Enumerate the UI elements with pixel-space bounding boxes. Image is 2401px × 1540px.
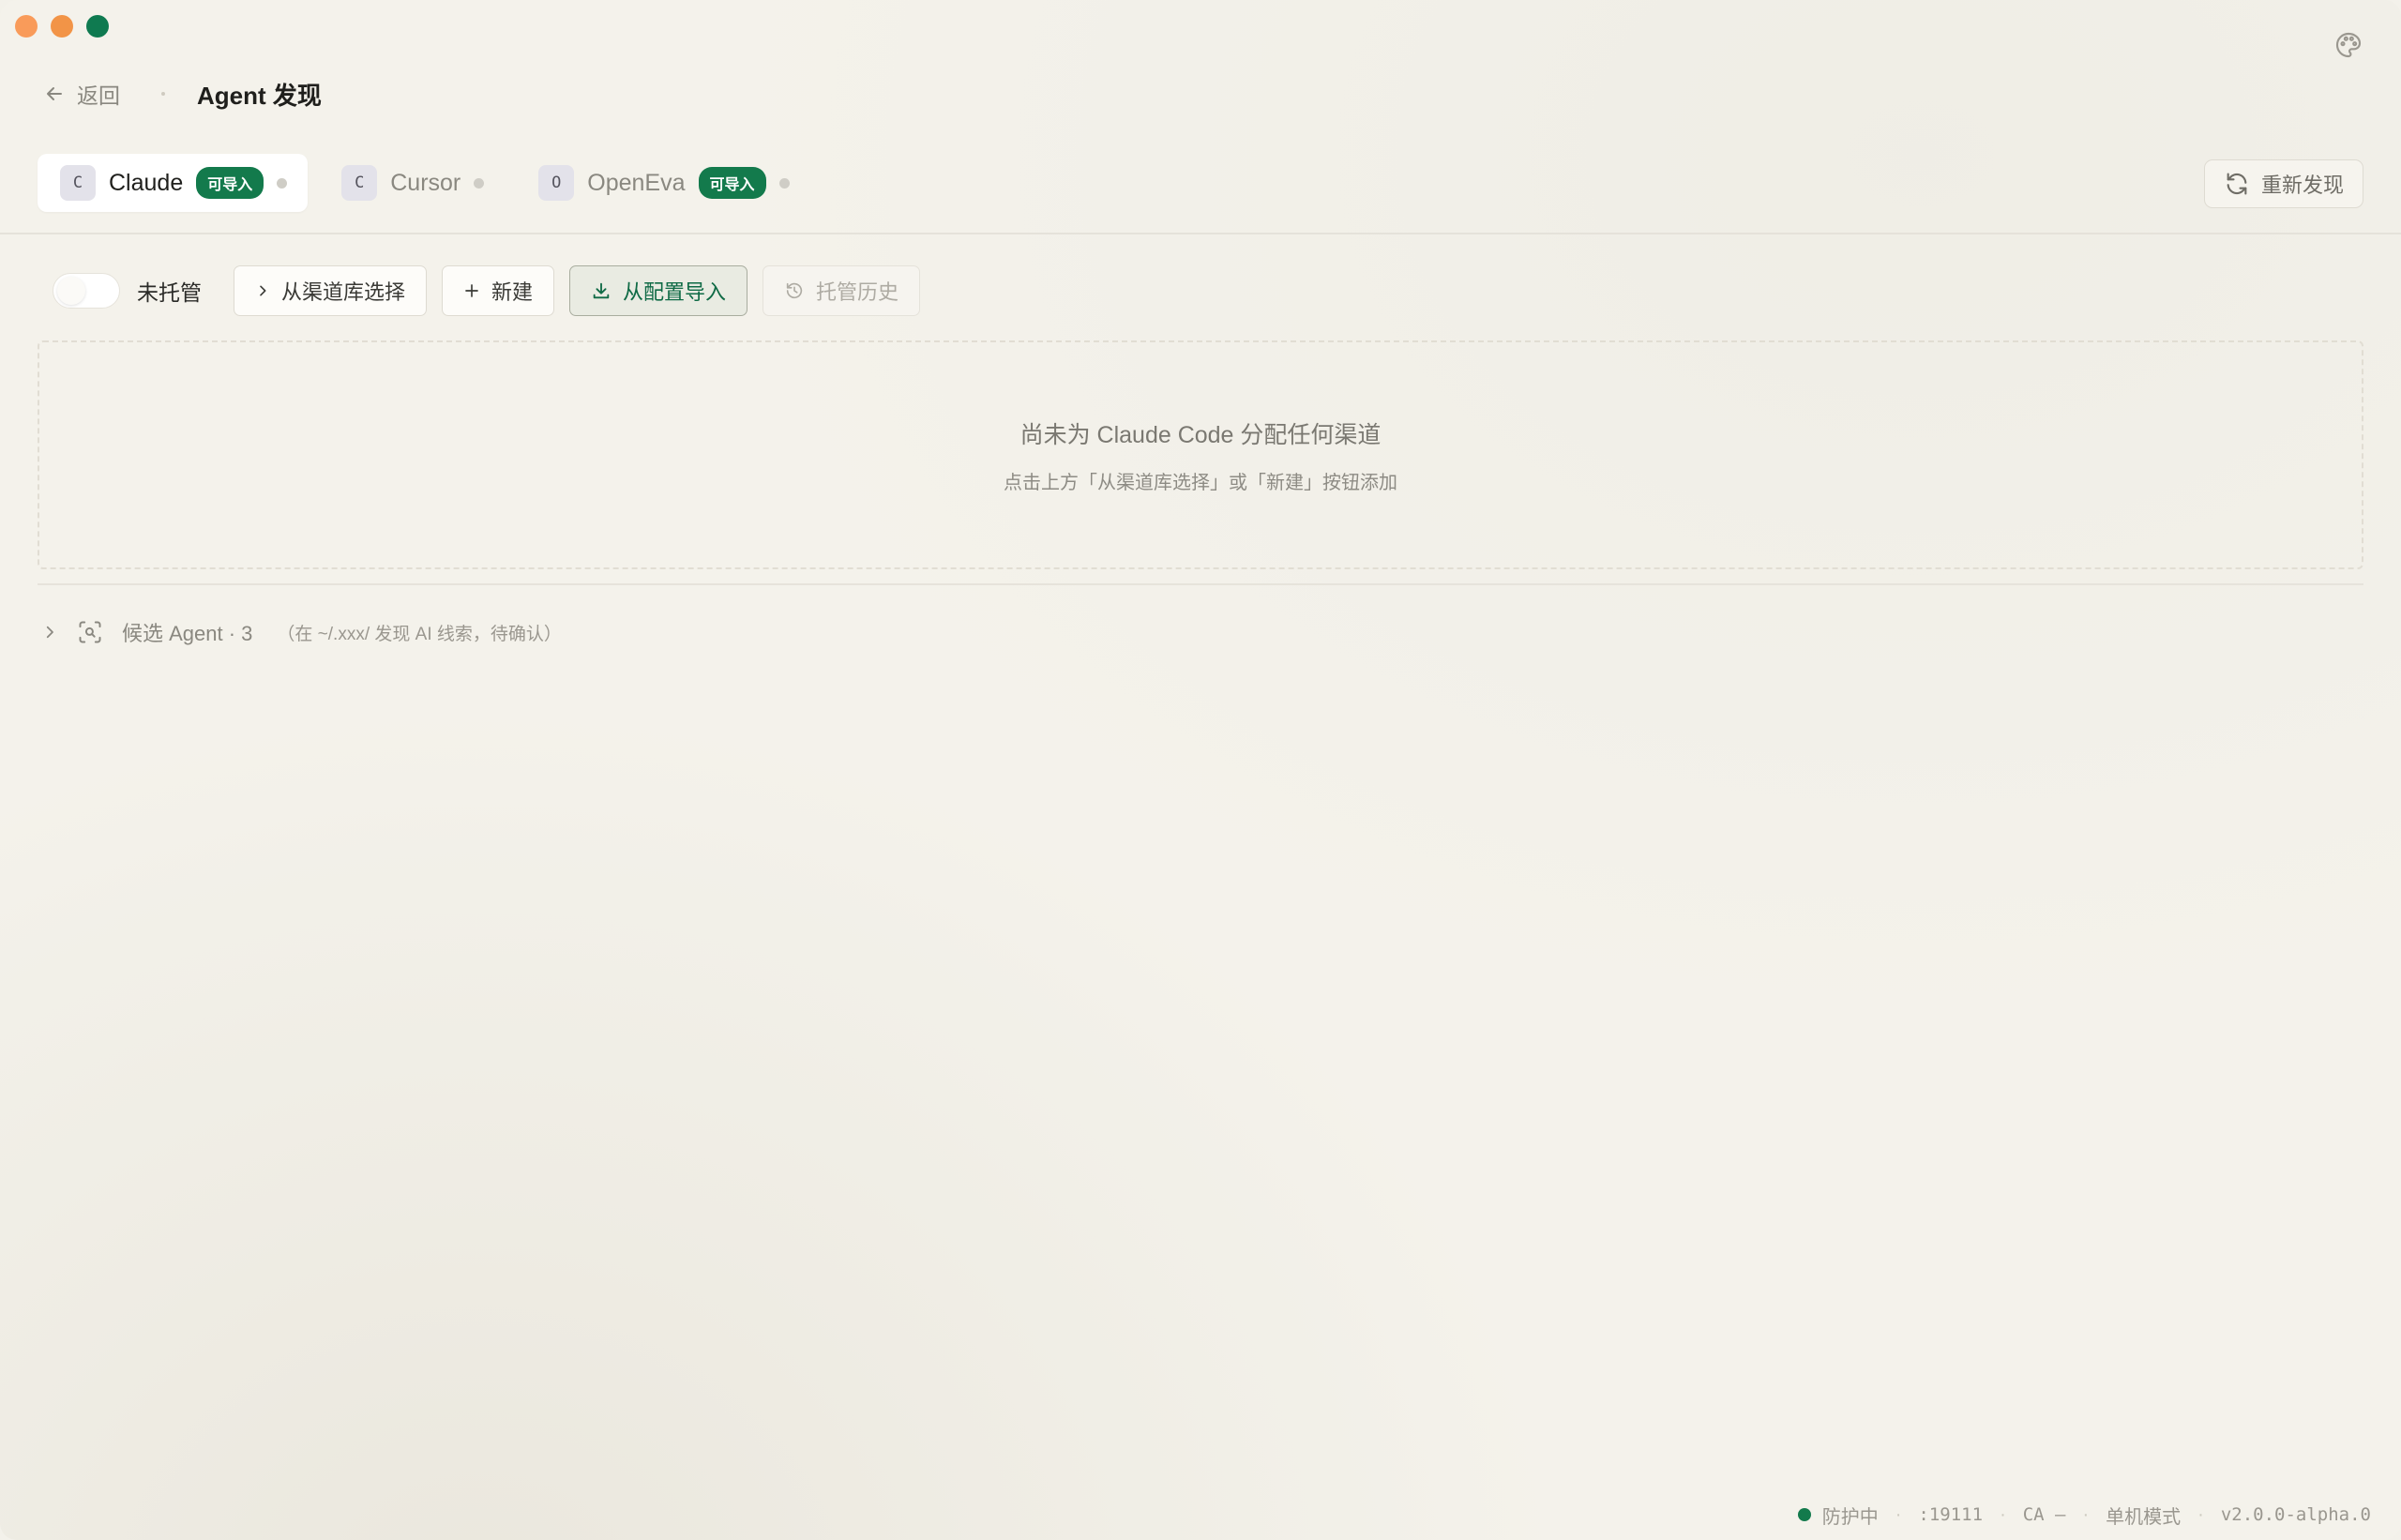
tab-claude[interactable]: C Claude 可导入: [38, 154, 309, 212]
refresh-icon: [2227, 173, 2247, 195]
theme-palette-button[interactable]: [2332, 28, 2365, 62]
status-badge: 可导入: [698, 167, 766, 199]
empty-state: 尚未为 Claude Code 分配任何渠道 点击上方「从渠道库选择」或「新建」…: [38, 340, 2363, 569]
avatar: C: [60, 165, 96, 201]
agent-tabs: C Claude 可导入 C Cursor O OpenEva 可导入: [38, 154, 822, 212]
rediscover-label: 重新发现: [2260, 174, 2344, 197]
chevron-right-icon: [260, 285, 266, 296]
import-config-button[interactable]: 从配置导入: [569, 265, 748, 316]
port-readout: :19111: [1918, 1504, 1984, 1525]
avatar: C: [341, 165, 378, 201]
channel-library-label: 从渠道库选择: [281, 280, 406, 304]
candidate-agents-toggle[interactable]: 候选 Agent · 3 （在 ~/.xxx/ 发现 AI 线索，待确认）: [41, 613, 562, 651]
managed-toggle[interactable]: [53, 273, 120, 309]
maximize-window-button[interactable]: [86, 15, 109, 38]
status-separator: ·: [1895, 1503, 1902, 1525]
channel-library-button[interactable]: 从渠道库选择: [234, 265, 428, 316]
section-divider: [38, 583, 2363, 585]
mode-status: 单机模式: [2106, 1506, 2182, 1528]
back-button[interactable]: 返回: [43, 78, 120, 110]
rediscover-button[interactable]: 重新发现: [2203, 159, 2363, 208]
status-separator: ·: [2082, 1503, 2090, 1525]
tab-label: Claude: [109, 169, 184, 196]
import-config-label: 从配置导入: [623, 280, 727, 304]
managed-history-label: 托管历史: [816, 280, 899, 304]
tab-cursor[interactable]: C Cursor: [319, 154, 505, 212]
channel-toolbar: 未托管 从渠道库选择 新建 从配置导入 托管历史: [53, 265, 935, 316]
candidate-agents-label: 候选 Agent · 3: [122, 622, 253, 645]
managed-history-button[interactable]: 托管历史: [763, 265, 921, 316]
palette-icon: [2335, 32, 2362, 58]
chevron-right-icon: [41, 624, 58, 641]
close-window-button[interactable]: [15, 15, 38, 38]
empty-state-title: 尚未为 Claude Code 分配任何渠道: [1019, 421, 1382, 448]
protection-status: 防护中: [1821, 1506, 1879, 1528]
status-bar: 防护中 · :19111 · CA — · 单机模式 · v2.0.0-alph…: [1797, 1499, 2371, 1531]
status-dot: [277, 177, 288, 189]
tab-label: OpenEva: [587, 169, 686, 196]
plus-icon: [465, 284, 478, 297]
managed-toggle-label: 未托管: [137, 280, 202, 305]
status-dot: [474, 177, 485, 189]
tab-openeva[interactable]: O OpenEva 可导入: [516, 154, 809, 212]
status-separator: ·: [2197, 1503, 2204, 1525]
download-icon: [593, 282, 610, 299]
page-title: Agent 发现: [197, 81, 322, 110]
version-label: v2.0.0-alpha.0: [2220, 1504, 2371, 1525]
ca-status: CA —: [2022, 1504, 2066, 1525]
breadcrumb-separator: [161, 92, 165, 96]
avatar: O: [538, 165, 575, 201]
tab-label: Cursor: [390, 169, 461, 196]
page-header: 返回 Agent 发现: [43, 75, 322, 113]
new-channel-label: 新建: [491, 280, 534, 304]
scan-search-icon: [77, 619, 103, 645]
arrow-left-icon: [47, 87, 62, 100]
status-dot: [778, 177, 790, 189]
app-window: 返回 Agent 发现 C Claude 可导入 C Cursor O Open…: [0, 0, 2401, 1540]
candidate-agents-hint: （在 ~/.xxx/ 发现 AI 线索，待确认）: [277, 624, 562, 644]
new-channel-button[interactable]: 新建: [442, 265, 555, 316]
header-divider: [0, 233, 2401, 234]
status-separator: ·: [2000, 1503, 2006, 1525]
protection-status-dot: [1797, 1508, 1811, 1521]
window-controls: [15, 15, 109, 38]
status-badge: 可导入: [196, 167, 264, 199]
back-label: 返回: [77, 83, 120, 108]
minimize-window-button[interactable]: [51, 15, 73, 38]
history-icon: [786, 282, 803, 299]
empty-state-subtitle: 点击上方「从渠道库选择」或「新建」按钮添加: [1004, 472, 1397, 493]
